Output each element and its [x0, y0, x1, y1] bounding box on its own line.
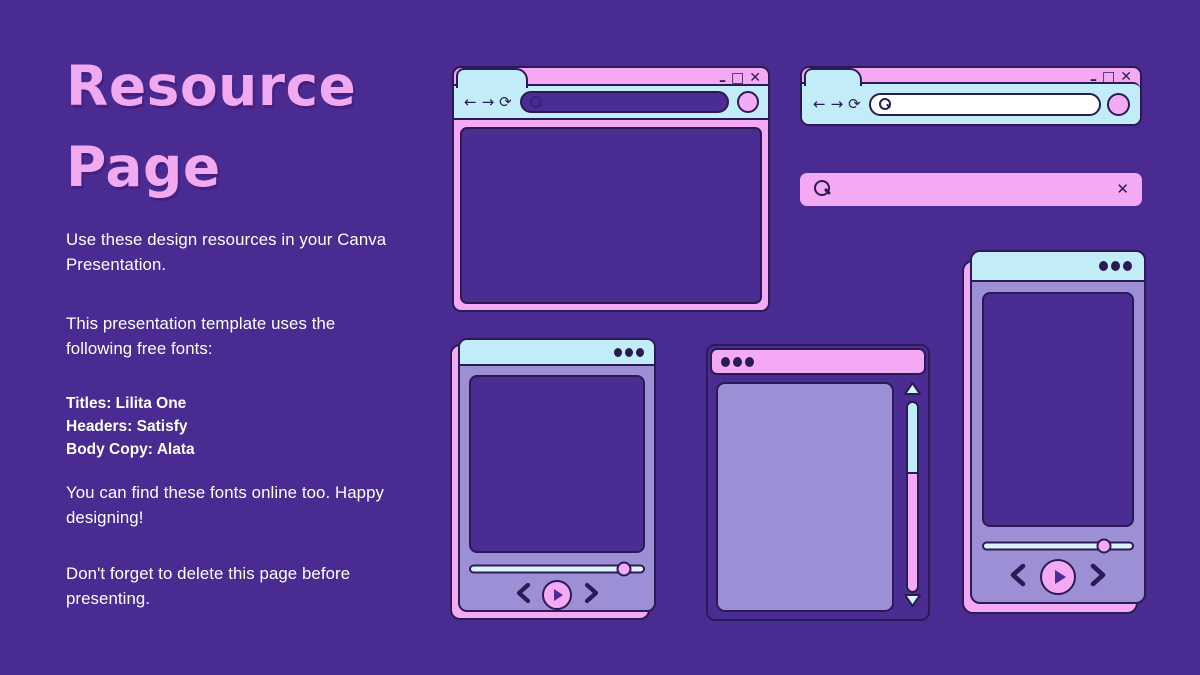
dot: [1123, 261, 1132, 271]
scroll-up-icon[interactable]: [903, 382, 921, 400]
window-dots: [1099, 261, 1132, 271]
window-titlebar: [710, 348, 926, 375]
text-column: Resource Page Use these design resources…: [66, 46, 426, 608]
media-controls: [460, 580, 654, 610]
window-dots: [614, 347, 644, 357]
progress-slider[interactable]: [982, 538, 1134, 554]
delete-note-paragraph: Don't forget to delete this page before …: [66, 564, 351, 609]
search-icon: [878, 97, 892, 111]
font-headers: Headers: Satisfy: [66, 417, 188, 435]
font-titles: Titles: Lilita One: [66, 395, 187, 412]
browser-toolbar: ← → ⟳: [802, 82, 1140, 124]
scrollbar-track[interactable]: [905, 401, 919, 593]
close-icon[interactable]: ✕: [749, 71, 761, 85]
media-controls: [972, 559, 1144, 595]
play-icon: [1054, 570, 1066, 584]
scrollbar-thumb[interactable]: [907, 403, 917, 475]
browser-viewport: [460, 127, 762, 304]
page-title: Resource Page: [66, 46, 426, 209]
url-input[interactable]: [519, 91, 729, 113]
slider-knob[interactable]: [1096, 538, 1112, 554]
previous-track-icon[interactable]: [1006, 562, 1028, 593]
slider-track: [982, 541, 1134, 551]
font-list: Titles: Lilita One Headers: Satisfy Body…: [66, 393, 406, 461]
play-button[interactable]: [542, 580, 572, 610]
close-icon[interactable]: ✕: [1120, 70, 1132, 84]
search-icon: [529, 95, 543, 109]
phone-mockup-left[interactable]: [450, 338, 656, 620]
browser-tab[interactable]: [456, 68, 528, 88]
clear-icon[interactable]: ✕: [1116, 182, 1129, 197]
phone-screen: [982, 292, 1134, 527]
phone-body: [970, 250, 1146, 604]
search-icon: [814, 180, 833, 199]
url-input[interactable]: [868, 92, 1101, 116]
browser-window-compact[interactable]: – □ ✕ ← → ⟳: [800, 66, 1142, 126]
page-title-line-2: Page: [66, 135, 221, 200]
play-icon: [554, 589, 563, 601]
progress-slider[interactable]: [469, 561, 645, 576]
search-field[interactable]: ✕: [800, 173, 1142, 206]
dot: [721, 356, 730, 367]
navigation-buttons: ← → ⟳: [802, 95, 861, 113]
dot: [614, 347, 622, 357]
fonts-intro-paragraph: This presentation template uses the foll…: [66, 314, 336, 359]
phone-titlebar: [460, 340, 654, 366]
maximize-icon[interactable]: □: [1102, 70, 1115, 84]
dot: [1111, 261, 1120, 271]
reload-icon[interactable]: ⟳: [499, 93, 512, 111]
avatar[interactable]: [1107, 92, 1130, 116]
intro-paragraph: Use these design resources in your Canva…: [66, 230, 387, 275]
dot: [1099, 261, 1108, 271]
page-title-line-1: Resource: [66, 54, 357, 118]
dot: [625, 347, 633, 357]
dot: [745, 356, 754, 367]
browser-tab[interactable]: [804, 68, 862, 86]
forward-icon[interactable]: →: [831, 95, 844, 113]
forward-icon[interactable]: →: [482, 93, 495, 111]
phone-mockup-right[interactable]: [962, 250, 1146, 614]
find-online-paragraph: You can find these fonts online too. Hap…: [66, 483, 384, 528]
scrollbar[interactable]: [903, 382, 921, 612]
dot: [636, 347, 644, 357]
play-button[interactable]: [1040, 559, 1076, 595]
previous-track-icon[interactable]: [513, 582, 532, 609]
slide-canvas: Resource Page Use these design resources…: [0, 0, 1200, 675]
phone-screen: [469, 375, 645, 553]
phone-titlebar: [972, 252, 1144, 282]
scroll-window-mockup[interactable]: [706, 344, 930, 621]
maximize-icon[interactable]: □: [731, 71, 744, 85]
dot: [733, 356, 742, 367]
avatar[interactable]: [737, 91, 759, 113]
browser-toolbar: ← → ⟳: [454, 84, 768, 120]
slider-knob[interactable]: [616, 561, 632, 576]
browser-window-large[interactable]: – □ ✕ ← → ⟳: [452, 66, 770, 312]
back-icon[interactable]: ←: [813, 95, 826, 113]
minimize-icon[interactable]: –: [719, 74, 726, 88]
next-track-icon[interactable]: [1088, 562, 1110, 593]
window-controls: – □ ✕: [719, 71, 761, 88]
navigation-buttons: ← → ⟳: [454, 93, 512, 111]
phone-body: [458, 338, 656, 612]
window-dots: [721, 356, 754, 367]
back-icon[interactable]: ←: [464, 93, 477, 111]
window-content-area: [716, 382, 894, 612]
minimize-icon[interactable]: –: [1090, 73, 1097, 87]
window-controls: – □ ✕: [1090, 70, 1132, 87]
reload-icon[interactable]: ⟳: [848, 95, 861, 113]
next-track-icon[interactable]: [582, 582, 601, 609]
font-body-copy: Body Copy: Alata: [66, 440, 195, 458]
scroll-down-icon[interactable]: [903, 594, 921, 612]
